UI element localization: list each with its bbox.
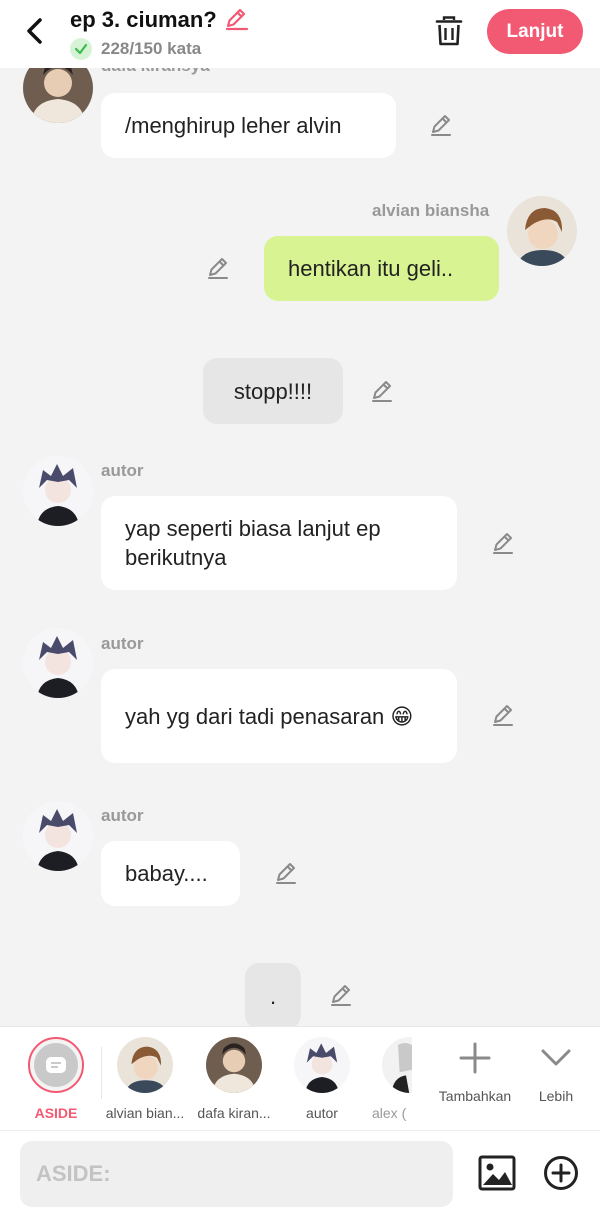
plus-icon bbox=[459, 1042, 491, 1074]
character-label: alvian bian... bbox=[105, 1105, 185, 1121]
episode-title: ep 3. ciuman? bbox=[70, 7, 217, 32]
word-count-row: 228/150 kata bbox=[70, 38, 201, 60]
pencil-icon[interactable] bbox=[328, 982, 354, 1008]
avatar bbox=[382, 1037, 412, 1093]
episode-title-row: ep 3. ciuman? bbox=[70, 6, 251, 34]
character-aside[interactable]: ASIDE bbox=[16, 1037, 96, 1121]
pencil-icon[interactable] bbox=[205, 255, 231, 281]
character-autor[interactable]: autor bbox=[282, 1037, 362, 1121]
composer-bar bbox=[0, 1130, 600, 1208]
character-alvian-biansha[interactable]: alvian bian... bbox=[105, 1037, 185, 1121]
character-alex[interactable]: alex ( bbox=[368, 1037, 412, 1121]
message-bubble[interactable]: hentikan itu geli.. bbox=[264, 236, 499, 301]
speaker-name: autor bbox=[101, 806, 144, 825]
narration-bubble[interactable]: stopp!!!! bbox=[203, 358, 343, 424]
avatar bbox=[294, 1037, 350, 1093]
speaker-name: autor bbox=[101, 634, 144, 653]
pencil-icon[interactable] bbox=[490, 702, 516, 728]
word-count: 228/150 kata bbox=[101, 39, 202, 58]
character-dafa-kiransya[interactable]: dafa kiran... bbox=[194, 1037, 274, 1121]
avatar bbox=[206, 1037, 262, 1093]
pencil-icon[interactable] bbox=[490, 530, 516, 556]
pencil-icon[interactable] bbox=[273, 860, 299, 886]
message-bubble[interactable]: /menghirup leher alvin bbox=[101, 93, 396, 158]
character-label: alex ( bbox=[372, 1105, 407, 1121]
add-label: Tambahkan bbox=[438, 1088, 512, 1104]
avatar-dafa-kiransya[interactable] bbox=[23, 68, 93, 123]
more-button[interactable]: Lebih bbox=[530, 1041, 582, 1104]
edit-title-button[interactable] bbox=[223, 6, 251, 34]
pencil-icon[interactable] bbox=[428, 112, 454, 138]
chat-area[interactable]: dafa kiransya /menghirup leher alvin alv… bbox=[0, 68, 600, 1026]
avatar bbox=[117, 1037, 173, 1093]
trash-icon bbox=[435, 16, 463, 46]
aside-icon bbox=[34, 1043, 78, 1087]
next-button[interactable]: Lanjut bbox=[487, 9, 583, 54]
add-button[interactable] bbox=[543, 1155, 579, 1191]
character-label: autor bbox=[306, 1105, 338, 1121]
chevron-down-icon bbox=[541, 1049, 571, 1066]
character-label: ASIDE bbox=[34, 1105, 78, 1121]
message-bubble[interactable]: yap seperti biasa lanjut ep berikutnya bbox=[101, 496, 457, 590]
back-arrow-icon bbox=[27, 18, 42, 44]
avatar-alvian-biansha[interactable] bbox=[507, 196, 577, 266]
more-label: Lebih bbox=[538, 1088, 574, 1104]
back-button[interactable] bbox=[18, 14, 52, 48]
add-circle-icon bbox=[544, 1156, 578, 1190]
add-character-button[interactable]: Tambahkan bbox=[436, 1041, 514, 1104]
narration-bubble[interactable]: . bbox=[245, 963, 301, 1026]
divider bbox=[101, 1047, 102, 1099]
speaker-name: alvian biansha bbox=[372, 201, 490, 220]
image-icon bbox=[478, 1155, 516, 1191]
avatar-autor[interactable] bbox=[23, 628, 93, 698]
character-selector: ASIDE alvian bian... dafa kiran... autor… bbox=[0, 1026, 600, 1130]
delete-button[interactable] bbox=[434, 15, 464, 47]
avatar-autor[interactable] bbox=[23, 801, 93, 871]
speaker-name: autor bbox=[101, 461, 144, 480]
character-label: dafa kiran... bbox=[197, 1105, 271, 1121]
top-bar: ep 3. ciuman? 228/150 kata Lanjut bbox=[0, 0, 600, 68]
insert-image-button[interactable] bbox=[478, 1155, 516, 1191]
message-input[interactable] bbox=[20, 1141, 453, 1207]
pencil-icon bbox=[225, 8, 248, 31]
check-icon bbox=[70, 38, 92, 60]
message-bubble[interactable]: babay.... bbox=[101, 841, 240, 906]
avatar-autor[interactable] bbox=[23, 456, 93, 526]
speaker-name: dafa kiransya bbox=[101, 68, 210, 76]
message-bubble[interactable]: yah yg dari tadi penasaran 😁 bbox=[101, 669, 457, 763]
pencil-icon[interactable] bbox=[369, 378, 395, 404]
